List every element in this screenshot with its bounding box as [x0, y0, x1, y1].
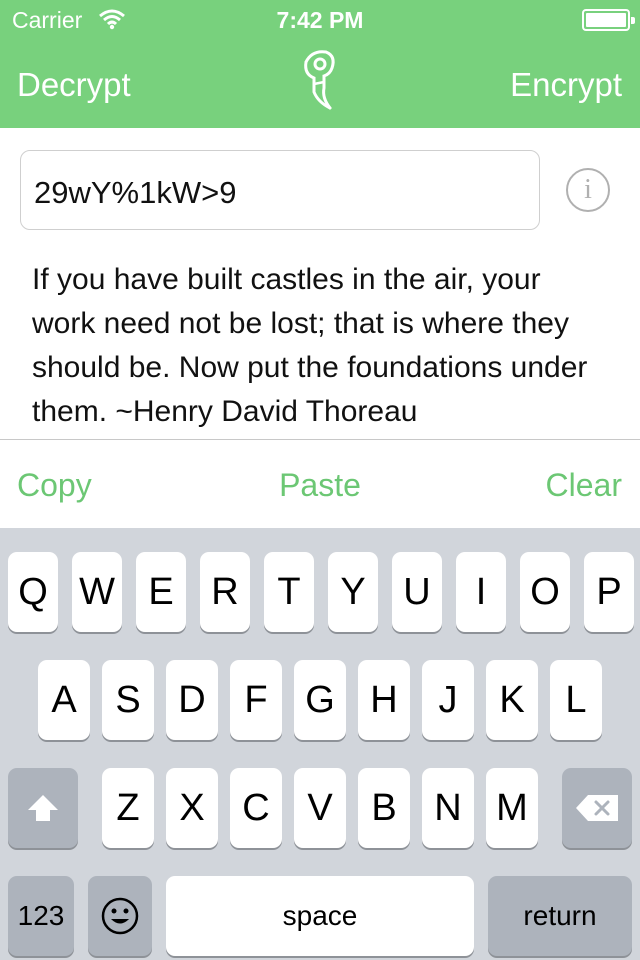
emoji-icon — [101, 897, 139, 935]
backspace-key[interactable] — [562, 768, 632, 848]
key-v[interactable]: V — [294, 768, 346, 848]
backspace-icon — [576, 795, 618, 821]
key-m[interactable]: M — [486, 768, 538, 848]
decrypt-button[interactable]: Decrypt — [17, 66, 131, 104]
key-d[interactable]: D — [166, 660, 218, 740]
key-s[interactable]: S — [102, 660, 154, 740]
message-text-area[interactable]: If you have built castles in the air, yo… — [32, 258, 602, 438]
key-c[interactable]: C — [230, 768, 282, 848]
nav-bar: Carrier 7:42 PM Decrypt Encrypt — [0, 0, 640, 128]
password-field[interactable]: 29wY%1kW>9 — [20, 150, 540, 230]
key-j[interactable]: J — [422, 660, 474, 740]
battery-icon — [582, 9, 635, 31]
key-h[interactable]: H — [358, 660, 410, 740]
shift-arrow-icon — [28, 795, 58, 821]
key-u[interactable]: U — [392, 552, 442, 632]
paste-button[interactable]: Paste — [0, 467, 640, 504]
return-key[interactable]: return — [488, 876, 632, 956]
lock-seal-icon — [304, 50, 335, 110]
key-i[interactable]: I — [456, 552, 506, 632]
key-g[interactable]: G — [294, 660, 346, 740]
key-e[interactable]: E — [136, 552, 186, 632]
numbers-key[interactable]: 123 — [8, 876, 74, 956]
info-icon[interactable]: i — [566, 168, 610, 212]
keyboard: Q W E R T Y U I O P A S D F G H J K L Z … — [0, 528, 640, 960]
clear-button[interactable]: Clear — [546, 467, 622, 504]
key-w[interactable]: W — [72, 552, 122, 632]
key-q[interactable]: Q — [8, 552, 58, 632]
key-b[interactable]: B — [358, 768, 410, 848]
key-f[interactable]: F — [230, 660, 282, 740]
key-r[interactable]: R — [200, 552, 250, 632]
status-bar: Carrier 7:42 PM — [0, 0, 640, 40]
key-a[interactable]: A — [38, 660, 90, 740]
key-p[interactable]: P — [584, 552, 634, 632]
key-z[interactable]: Z — [102, 768, 154, 848]
key-k[interactable]: K — [486, 660, 538, 740]
key-x[interactable]: X — [166, 768, 218, 848]
emoji-key[interactable] — [88, 876, 152, 956]
clock: 7:42 PM — [276, 7, 364, 33]
key-y[interactable]: Y — [328, 552, 378, 632]
divider — [0, 439, 640, 440]
space-key[interactable]: space — [166, 876, 474, 956]
key-n[interactable]: N — [422, 768, 474, 848]
key-l[interactable]: L — [550, 660, 602, 740]
key-t[interactable]: T — [264, 552, 314, 632]
key-o[interactable]: O — [520, 552, 570, 632]
shift-key[interactable] — [8, 768, 78, 848]
encrypt-button[interactable]: Encrypt — [510, 66, 622, 104]
